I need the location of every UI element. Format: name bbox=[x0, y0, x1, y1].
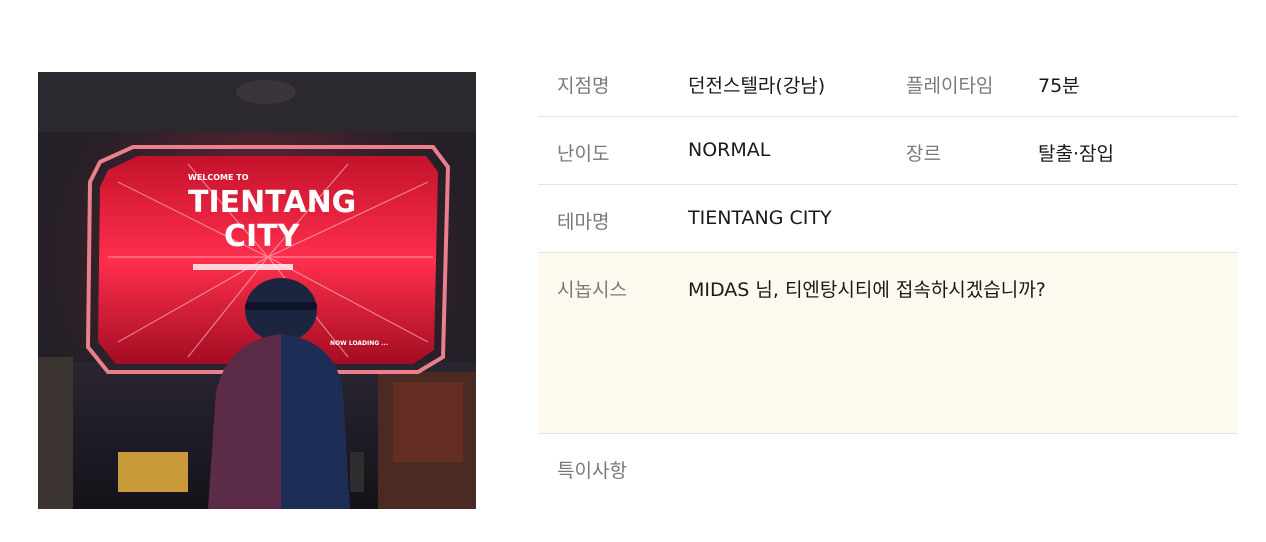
difficulty-value: NORMAL bbox=[688, 139, 771, 161]
poster-title-line2: CITY bbox=[224, 219, 301, 254]
notes-label: 특이사항 bbox=[557, 460, 627, 482]
info-row-theme: 테마명 TIENTANG CITY bbox=[538, 185, 1238, 253]
poster-welcome-text: WELCOME TO bbox=[188, 173, 249, 182]
playtime-value: 75분 bbox=[1038, 75, 1080, 97]
info-row-notes: 특이사항 bbox=[538, 434, 1238, 502]
synopsis-value: MIDAS 님, 티엔탕시티에 접속하시겠습니까? bbox=[688, 279, 1046, 301]
theme-info-table: 지점명 던전스텔라(강남) 플레이타임 75분 난이도 NORMAL 장르 탈출… bbox=[538, 49, 1238, 502]
poster-loading-text: NOW LOADING ... bbox=[330, 340, 388, 347]
theme-poster-image: WELCOME TO TIENTANG CITY NOW LOADING ... bbox=[38, 72, 476, 509]
info-row-synopsis: 시놉시스 MIDAS 님, 티엔탕시티에 접속하시겠습니까? bbox=[538, 253, 1238, 434]
info-row-difficulty: 난이도 NORMAL 장르 탈출·잠입 bbox=[538, 117, 1238, 185]
branch-value: 던전스텔라(강남) bbox=[688, 75, 826, 97]
theme-label: 테마명 bbox=[557, 211, 610, 233]
branch-label: 지점명 bbox=[557, 75, 610, 97]
theme-value: TIENTANG CITY bbox=[688, 207, 832, 229]
notes-value bbox=[688, 434, 1228, 456]
playtime-label: 플레이타임 bbox=[906, 75, 994, 97]
poster-title-line1: TIENTANG bbox=[188, 185, 356, 220]
genre-value: 탈출·잠입 bbox=[1038, 143, 1114, 165]
genre-label: 장르 bbox=[906, 143, 941, 165]
synopsis-label: 시놉시스 bbox=[557, 279, 627, 301]
difficulty-label: 난이도 bbox=[557, 143, 610, 165]
poster-illustration: WELCOME TO TIENTANG CITY NOW LOADING ... bbox=[38, 72, 476, 509]
info-row-branch: 지점명 던전스텔라(강남) 플레이타임 75분 bbox=[538, 49, 1238, 117]
